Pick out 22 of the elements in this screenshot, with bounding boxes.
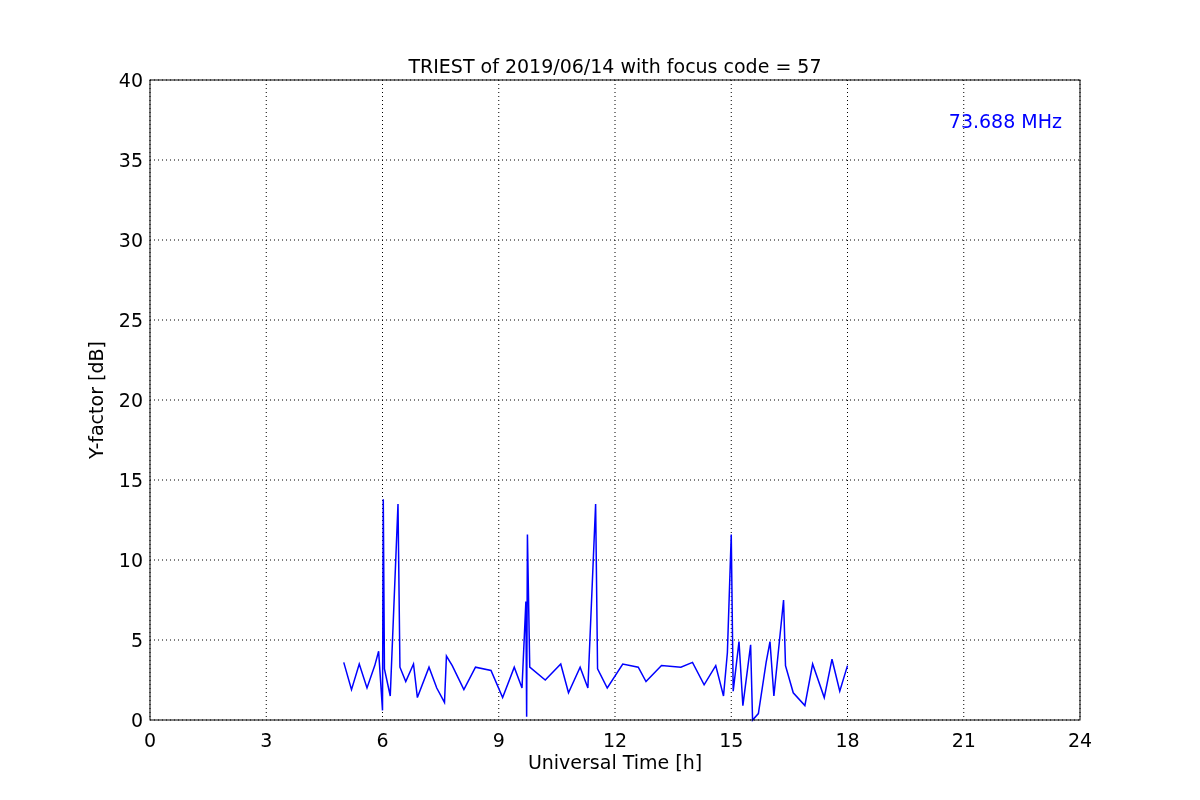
x-tick-label: 3 (260, 729, 273, 751)
y-axis-label: Y-factor [dB] (85, 341, 107, 459)
y-tick-label: 30 (118, 229, 143, 251)
y-tick-label: 0 (130, 709, 143, 731)
x-tick-label: 24 (1067, 729, 1093, 751)
y-tick-label: 10 (118, 549, 143, 571)
frequency-annotation: 73.688 MHz (948, 110, 1062, 132)
x-tick-label: 18 (835, 729, 860, 751)
y-tick-label: 35 (118, 149, 143, 171)
chart-title: TRIEST of 2019/06/14 with focus code = 57 (408, 55, 822, 77)
y-tick-label: 15 (118, 469, 143, 491)
x-tick-label: 9 (492, 729, 505, 751)
y-tick-label: 5 (130, 629, 143, 651)
x-tick-label: 6 (376, 729, 389, 751)
x-axis-label: Universal Time [h] (527, 751, 703, 773)
x-tick-label: 0 (143, 729, 157, 751)
x-tick-label: 12 (602, 729, 628, 751)
y-tick-label: 20 (118, 389, 143, 411)
x-tick-label: 21 (951, 729, 976, 751)
y-tick-label: 25 (118, 309, 143, 331)
y-tick-label: 40 (118, 69, 143, 91)
x-tick-label: 15 (719, 729, 744, 751)
